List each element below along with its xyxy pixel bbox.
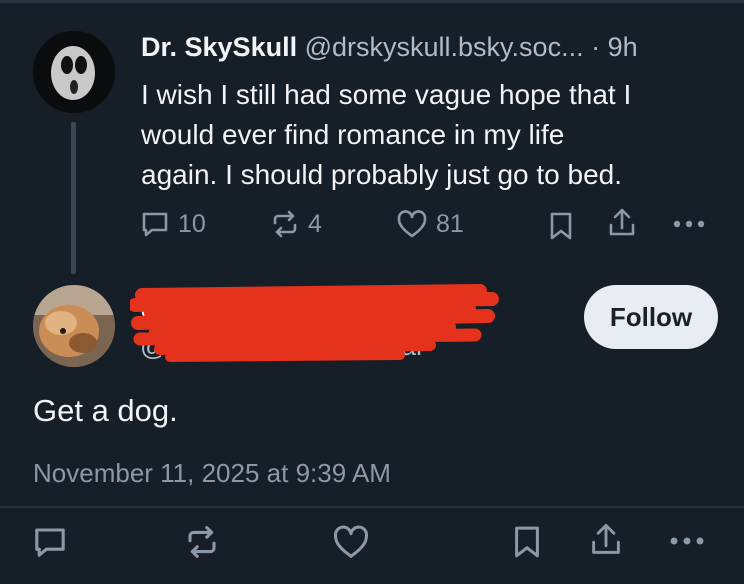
reply-count: 10 (178, 209, 206, 238)
more-dots-icon (668, 528, 706, 554)
parent-post-time[interactable]: 9h (608, 32, 638, 62)
header-separator: · (591, 32, 601, 62)
share-icon (588, 521, 624, 559)
parent-author-name[interactable]: Dr. SkySkull (141, 32, 297, 62)
share-icon (606, 207, 638, 239)
redaction-scribble (130, 284, 499, 362)
repost-count: 4 (308, 209, 322, 238)
reply-share-button[interactable] (588, 521, 624, 559)
reply-timestamp[interactable]: November 11, 2025 at 9:39 AM (33, 458, 391, 489)
parent-repost-button[interactable]: 4 (270, 209, 322, 239)
parent-author-handle[interactable]: @drskyskull.bsky.soc... (305, 32, 584, 62)
actions-divider (0, 506, 744, 508)
parent-bookmark-button[interactable] (548, 211, 574, 241)
bookmark-icon (512, 524, 542, 560)
parent-more-button[interactable] (672, 212, 706, 236)
more-dots-icon (672, 212, 706, 236)
top-divider (0, 0, 744, 3)
reply-author-info[interactable]: ᴜᴜ @mibudacn.bsky.social (130, 283, 500, 373)
reply-like-button[interactable] (332, 524, 370, 560)
reply-icon (32, 524, 68, 560)
heart-icon (396, 209, 428, 239)
repost-icon (184, 524, 220, 560)
post-text-line: I wish I still had some vague hope that … (141, 79, 632, 110)
parent-post-header: Dr. SkySkull @drskyskull.bsky.soc... · 9… (141, 30, 731, 64)
post-text-line: would ever find romance in my life (141, 119, 565, 150)
parent-reply-button[interactable]: 10 (140, 209, 206, 239)
like-count: 81 (436, 209, 464, 238)
parent-author-avatar[interactable] (33, 31, 115, 113)
reply-author-avatar[interactable] (33, 285, 115, 367)
parent-share-button[interactable] (606, 207, 638, 239)
reply-post-text: Get a dog. (33, 393, 178, 428)
post-text-line: again. I should probably just go to bed. (141, 159, 623, 190)
reply-reply-button[interactable] (32, 524, 68, 560)
repost-icon (270, 209, 300, 239)
bookmark-icon (548, 211, 574, 241)
reply-icon (140, 209, 170, 239)
reply-repost-button[interactable] (184, 524, 220, 560)
follow-button[interactable]: Follow (584, 285, 718, 349)
heart-icon (332, 524, 370, 560)
reply-bookmark-button[interactable] (512, 524, 542, 560)
reply-more-button[interactable] (668, 528, 706, 554)
parent-like-button[interactable]: 81 (396, 209, 464, 239)
parent-post-text: I wish I still had some vague hope that … (141, 75, 731, 195)
thread-connector-line (71, 122, 76, 274)
